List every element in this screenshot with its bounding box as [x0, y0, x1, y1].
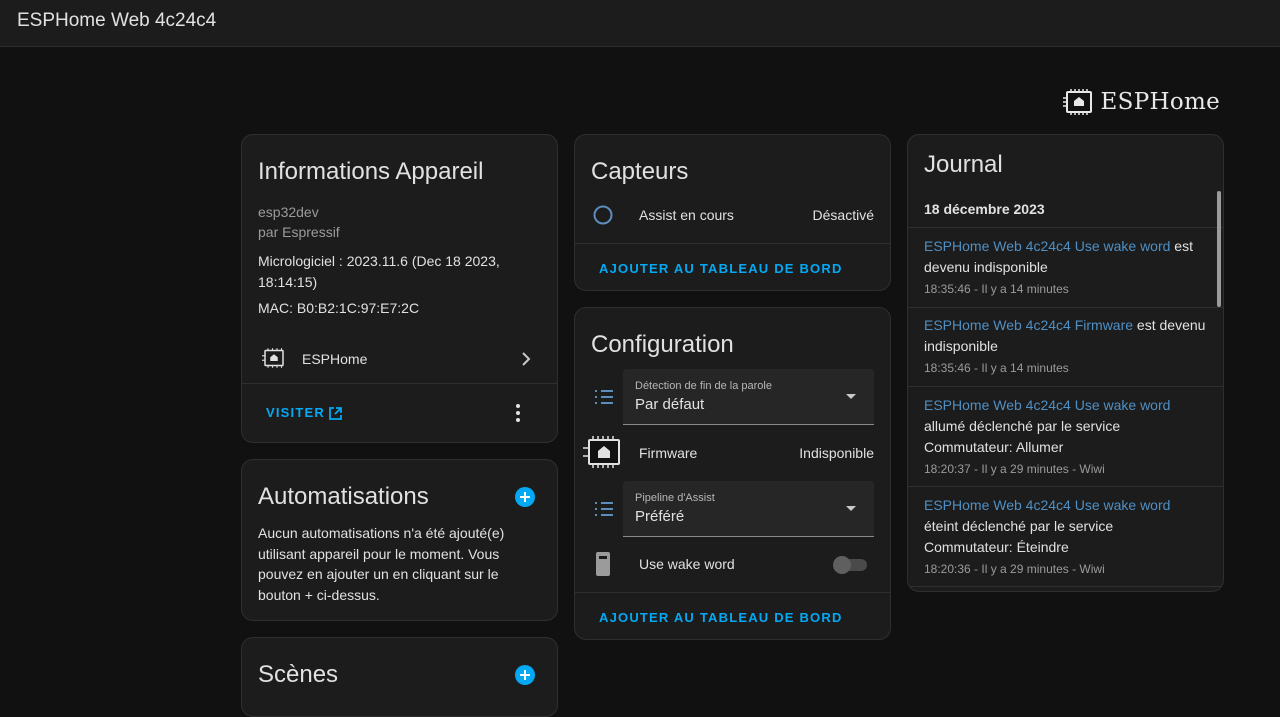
select-value: Préféré	[635, 508, 685, 525]
journal-entity-link[interactable]: ESPHome Web 4c24c4 Firmware	[924, 317, 1133, 333]
chevron-down-icon	[846, 394, 856, 399]
sensors-title: Capteurs	[591, 158, 689, 185]
automations-empty-text: Aucun automatisations n'a été ajouté(e) …	[258, 525, 505, 603]
journal-entry-time: 18:35:46 - Il y a 14 minutes	[924, 361, 1069, 375]
journal-entry-time: 18:20:36 - Il y a 29 minutes - Wiwi	[924, 562, 1105, 576]
circle-outline-icon	[593, 205, 613, 225]
format-list-icon	[595, 390, 613, 404]
configuration-divider	[575, 592, 890, 593]
chevron-right-icon	[522, 352, 531, 366]
device-model: esp32dev	[258, 204, 319, 220]
journal-entry-text: indisponible	[924, 338, 998, 354]
journal-divider	[908, 227, 1223, 228]
journal-entity-link[interactable]: ESPHome Web 4c24c4 Use wake word	[924, 397, 1170, 413]
select-label: Détection de fin de la parole	[635, 380, 772, 392]
firmware-label: Firmware	[639, 445, 698, 461]
sensors-add-to-dashboard-button[interactable]: AJOUTER AU TABLEAU DE BORD	[599, 261, 843, 276]
journal-entity-link[interactable]: ESPHome Web 4c24c4 Use wake word	[924, 238, 1170, 254]
device-info-divider	[242, 383, 557, 384]
journal-entry-text: Commutateur: Éteindre	[924, 539, 1069, 555]
journal-entity-link[interactable]: ESPHome Web 4c24c4 Use wake word	[924, 497, 1170, 513]
select-value: Par défaut	[635, 396, 705, 413]
automations-title: Automatisations	[258, 483, 429, 510]
visit-button[interactable]: VISITER	[258, 397, 368, 429]
automations-card: Automatisations Aucun automatisations n'…	[241, 459, 558, 621]
journal-entry-text: Commutateur: Allumer	[924, 439, 1064, 455]
more-vertical-icon	[516, 404, 520, 422]
chevron-down-icon	[846, 506, 856, 511]
journal-divider	[908, 586, 1223, 587]
configuration-title: Configuration	[591, 331, 734, 358]
device-firmware: Micrologiciel : 2023.11.6 (Dec 18 2023, …	[258, 253, 500, 290]
esphome-chip-icon	[262, 348, 284, 368]
logo-text: ESPHome	[1100, 89, 1220, 115]
integration-label: ESPHome	[302, 351, 368, 367]
journal-divider	[908, 386, 1223, 387]
assist-pipeline-select[interactable]: Pipeline d'Assist Préféré	[623, 481, 874, 537]
device-manufacturer: par Espressif	[258, 224, 340, 240]
add-scene-button[interactable]	[515, 665, 535, 685]
select-label: Pipeline d'Assist	[635, 492, 715, 504]
page-title: ESPHome Web 4c24c4	[17, 10, 217, 31]
journal-entry-text: éteint déclenché par le service	[924, 518, 1114, 534]
journal-title: Journal	[924, 151, 1003, 178]
sensors-divider	[575, 243, 890, 244]
configuration-card: Configuration Détection de fin de la par…	[574, 307, 891, 640]
journal-date: 18 décembre 2023	[924, 201, 1045, 217]
esphome-chip-icon	[1062, 89, 1092, 115]
journal-divider	[908, 307, 1223, 308]
scenes-card: Scènes	[241, 637, 558, 717]
journal-entry-text: est devenu	[1133, 317, 1206, 333]
journal-entry: ESPHome Web 4c24c4 Use wake word est dev…	[908, 236, 1223, 296]
toggle-thumb	[833, 556, 851, 574]
journal-entry-time: 18:20:37 - Il y a 29 minutes - Wiwi	[924, 462, 1105, 476]
journal-entry-time: 18:35:46 - Il y a 14 minutes	[924, 282, 1069, 296]
visit-label: VISITER	[266, 405, 325, 420]
firmware-value: Indisponible	[799, 445, 874, 461]
format-list-icon	[595, 502, 613, 516]
device-mac: MAC: B0:B2:1C:97:E7:2C	[258, 300, 420, 316]
journal-entry: ESPHome Web 4c24c4 Firmware est devenu i…	[908, 315, 1223, 375]
sensor-row-assist[interactable]: Assist en cours Désactivé	[575, 199, 890, 229]
journal-scrollbar[interactable]	[1217, 191, 1221, 307]
top-app-bar: ESPHome Web 4c24c4	[0, 0, 1280, 47]
journal-entry: ESPHome Web 4c24c4 Use wake word éteint …	[908, 495, 1223, 576]
end-of-speech-select[interactable]: Détection de fin de la parole Par défaut	[623, 369, 874, 425]
firmware-row[interactable]: Firmware Indisponible	[575, 438, 890, 468]
sensor-value: Désactivé	[812, 207, 874, 223]
esphome-logo: ESPHome	[1062, 89, 1220, 115]
journal-entry-text: devenu indisponible	[924, 259, 1048, 275]
sensor-label: Assist en cours	[639, 207, 734, 223]
integration-row[interactable]: ESPHome	[242, 335, 557, 381]
add-automation-button[interactable]	[515, 487, 535, 507]
journal-entry-text: allumé déclenché par le service	[924, 418, 1121, 434]
more-options-button[interactable]	[508, 400, 528, 426]
scenes-title: Scènes	[258, 661, 339, 688]
device-info-title: Informations Appareil	[258, 158, 484, 185]
configuration-add-to-dashboard-button[interactable]: AJOUTER AU TABLEAU DE BORD	[599, 610, 843, 625]
journal-entry: ESPHome Web 4c24c4 Use wake word allumé …	[908, 395, 1223, 476]
wake-word-label: Use wake word	[639, 556, 735, 572]
speaker-device-icon	[596, 552, 610, 576]
journal-entry-text: est	[1170, 238, 1193, 254]
journal-divider	[908, 486, 1223, 487]
journal-card: Journal 18 décembre 2023 ESPHome Web 4c2…	[907, 134, 1224, 592]
wake-word-toggle[interactable]	[833, 556, 869, 574]
sensors-card: Capteurs Assist en cours Désactivé AJOUT…	[574, 134, 891, 291]
device-info-card: Informations Appareil esp32dev par Espre…	[241, 134, 558, 443]
open-in-new-icon	[329, 407, 342, 420]
